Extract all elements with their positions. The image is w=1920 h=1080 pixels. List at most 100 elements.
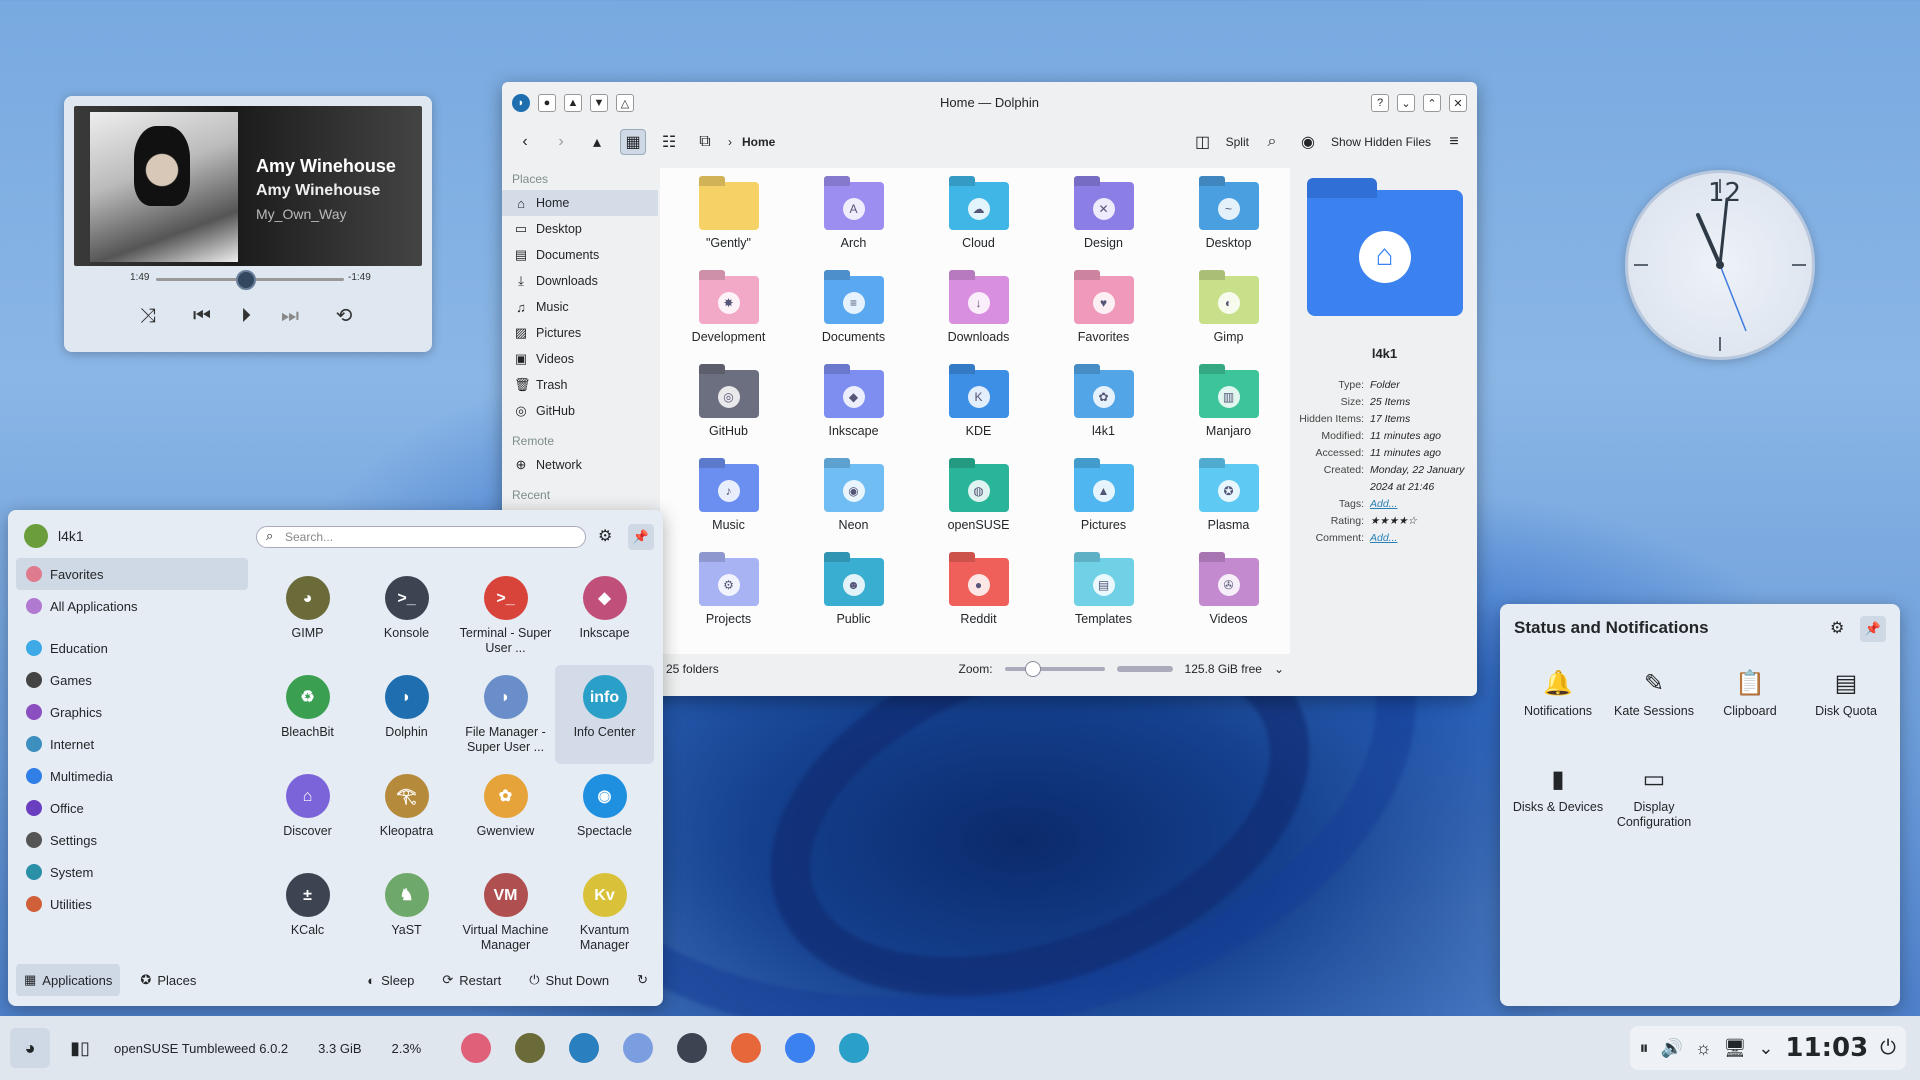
folder-item[interactable]: ✪ Plasma <box>1166 460 1291 554</box>
category-utilities[interactable]: Utilities <box>16 888 248 920</box>
folder-item[interactable]: ☻ Public <box>791 554 916 648</box>
app-info-center[interactable]: info Info Center <box>555 665 654 764</box>
category-education[interactable]: Education <box>16 632 248 664</box>
place-network[interactable]: ⊕ Network <box>502 452 658 478</box>
configure-icon[interactable]: ⚙ <box>1830 618 1844 638</box>
details-view-icon[interactable]: ⧉ <box>692 129 718 155</box>
close-icon[interactable]: ✕ <box>1449 94 1467 112</box>
back-icon[interactable]: ‹ <box>512 129 538 155</box>
taskbar-app-icon[interactable] <box>839 1033 870 1063</box>
folder-item[interactable]: ▥ Manjaro <box>1166 366 1291 460</box>
folder-item[interactable]: ✿ l4k1 <box>1041 366 1166 460</box>
folder-item[interactable]: ◉ Neon <box>791 460 916 554</box>
folder-item[interactable]: ◎ GitHub <box>666 366 791 460</box>
category-internet[interactable]: Internet <box>16 728 248 760</box>
category-settings[interactable]: Settings <box>16 824 248 856</box>
icons-view-icon[interactable]: ▦ <box>620 129 646 155</box>
search-icon[interactable]: ⌕ <box>1259 129 1285 155</box>
avatar[interactable] <box>24 524 48 548</box>
app-file-manager-super-user-[interactable]: ◗ File Manager - Super User ... <box>456 665 555 764</box>
tray-item-kate-sessions[interactable]: ✎ Kate Sessions <box>1606 668 1702 764</box>
search-input[interactable]: Search... <box>256 526 586 548</box>
launcher-button[interactable]: ◕ <box>10 1028 50 1068</box>
shutdown-button[interactable]: ⏻ Shut Down <box>521 964 617 996</box>
show-hidden-files-button[interactable]: Show Hidden Files <box>1331 135 1431 149</box>
chevron-down-icon[interactable]: ⌄ <box>1274 662 1284 676</box>
pause-icon[interactable]: ⏸ <box>1640 1038 1649 1059</box>
expand-tray-icon[interactable]: ⌄ <box>1758 1038 1773 1059</box>
folder-item[interactable]: K KDE <box>916 366 1041 460</box>
app-terminal-super-user-[interactable]: >_ Terminal - Super User ... <box>456 566 555 665</box>
taskbar-app-icon[interactable] <box>569 1033 600 1063</box>
taskbar-app-icon[interactable] <box>623 1033 654 1063</box>
app-dolphin[interactable]: ◗ Dolphin <box>357 665 456 764</box>
tray-item-display-configuration[interactable]: ▭ Display Configuration <box>1606 764 1702 860</box>
folder-item[interactable]: ♥ Favorites <box>1041 272 1166 366</box>
place-pictures[interactable]: ▨ Pictures <box>502 320 658 346</box>
seek-handle[interactable] <box>236 270 256 290</box>
pin-icon[interactable]: 📌 <box>1860 616 1886 642</box>
app-inkscape[interactable]: ◆ Inkscape <box>555 566 654 665</box>
place-videos[interactable]: ▣ Videos <box>502 346 658 372</box>
shuffle-icon[interactable]: ⤨ <box>134 302 162 330</box>
taskbar-app-icon[interactable] <box>515 1033 546 1063</box>
tray-item-disk-quota[interactable]: ▤ Disk Quota <box>1798 668 1894 764</box>
repeat-icon[interactable]: ⟲ <box>330 302 358 330</box>
place-desktop[interactable]: ▭ Desktop <box>502 216 658 242</box>
place-home[interactable]: ⌂ Home <box>502 190 658 216</box>
app-konsole[interactable]: >_ Konsole <box>357 566 456 665</box>
play-icon[interactable]: ⏵ <box>232 302 260 330</box>
info-value[interactable]: Add... <box>1370 530 1470 547</box>
maximize-icon[interactable]: ⌃ <box>1423 94 1441 112</box>
shade-down-icon[interactable]: ▼ <box>590 94 608 112</box>
leave-button[interactable]: ↻ <box>629 964 656 996</box>
folder-item[interactable]: ✇ Videos <box>1166 554 1291 648</box>
power-icon[interactable]: ⏻ <box>1880 1037 1896 1060</box>
app-gwenview[interactable]: ✿ Gwenview <box>456 764 555 863</box>
folder-item[interactable]: ◐ Gimp <box>1166 272 1291 366</box>
category-favorites[interactable]: Favorites <box>16 558 248 590</box>
taskbar-app-icon[interactable] <box>731 1033 762 1063</box>
previous-icon[interactable]: ⏮ <box>188 302 216 330</box>
forward-icon[interactable]: › <box>548 129 574 155</box>
category-system[interactable]: System <box>16 856 248 888</box>
app-kvantum-manager[interactable]: Kv Kvantum Manager <box>555 863 654 962</box>
app-discover[interactable]: ⌂ Discover <box>258 764 357 863</box>
category-office[interactable]: Office <box>16 792 248 824</box>
folder-item[interactable]: "Gently" <box>666 178 791 272</box>
folder-item[interactable]: ~ Desktop <box>1166 178 1291 272</box>
app-kleopatra[interactable]: 𓂀 Kleopatra <box>357 764 456 863</box>
split-button[interactable]: Split <box>1226 135 1249 149</box>
app-spectacle[interactable]: ◉ Spectacle <box>555 764 654 863</box>
pager-icon[interactable]: ▮▯ <box>60 1028 100 1068</box>
app-bleachbit[interactable]: ♻ BleachBit <box>258 665 357 764</box>
tray-item-clipboard[interactable]: 📋 Clipboard <box>1702 668 1798 764</box>
shade-up-icon[interactable]: ▲ <box>564 94 582 112</box>
hamburger-menu-icon[interactable]: ≡ <box>1441 129 1467 155</box>
folder-item[interactable]: ⚙ Projects <box>666 554 791 648</box>
folder-item[interactable]: ≡ Documents <box>791 272 916 366</box>
place-downloads[interactable]: ⤓ Downloads <box>502 268 658 294</box>
folder-item[interactable]: ◍ openSUSE <box>916 460 1041 554</box>
breadcrumb[interactable]: Home <box>742 135 775 149</box>
applications-tab[interactable]: ▦ Applications <box>16 964 121 996</box>
folder-item[interactable]: ◆ Inkscape <box>791 366 916 460</box>
info-value[interactable]: Add... <box>1370 496 1470 513</box>
category-multimedia[interactable]: Multimedia <box>16 760 248 792</box>
folder-item[interactable]: ♪ Music <box>666 460 791 554</box>
help-icon[interactable]: ? <box>1371 94 1389 112</box>
place-documents[interactable]: ▤ Documents <box>502 242 658 268</box>
keep-below-icon[interactable]: △ <box>616 94 634 112</box>
folder-item[interactable]: ▲ Pictures <box>1041 460 1166 554</box>
sleep-button[interactable]: ◐ Sleep <box>359 964 422 996</box>
digital-clock[interactable]: 11:03 <box>1785 1033 1868 1063</box>
category-games[interactable]: Games <box>16 664 248 696</box>
taskbar-app-icon[interactable] <box>785 1033 816 1063</box>
next-icon[interactable]: ⏭ <box>276 302 304 330</box>
compact-view-icon[interactable]: ☷ <box>656 129 682 155</box>
folder-item[interactable]: ▤ Templates <box>1041 554 1166 648</box>
minimize-icon[interactable]: ⌄ <box>1397 94 1415 112</box>
up-icon[interactable]: ▴ <box>584 129 610 155</box>
place-trash[interactable]: 🗑 Trash <box>502 372 658 398</box>
place-github[interactable]: ◎ GitHub <box>502 398 658 424</box>
